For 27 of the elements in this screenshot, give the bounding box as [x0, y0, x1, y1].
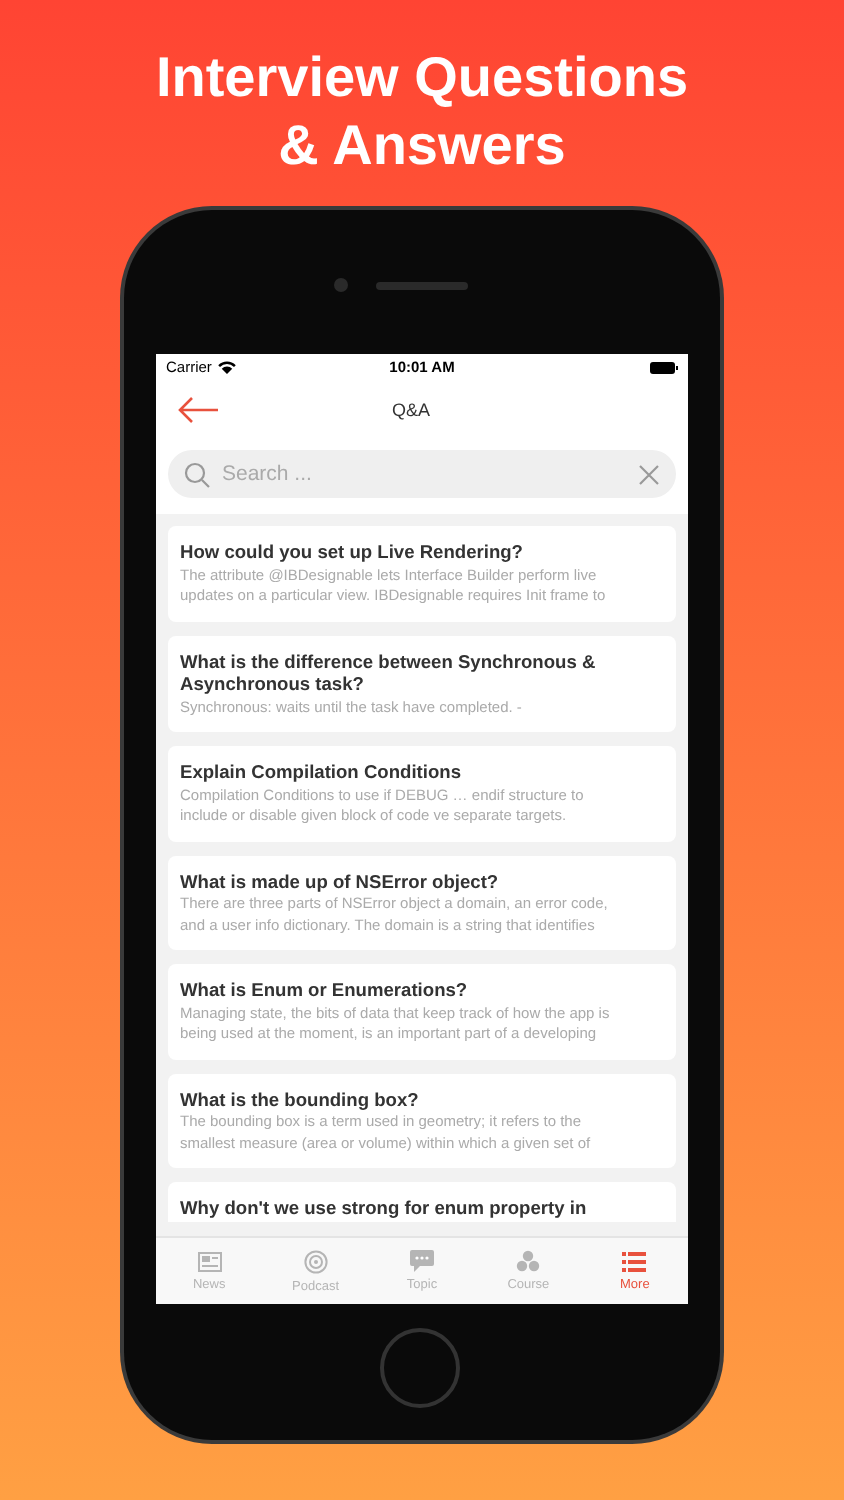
headline: & Answers	[278, 112, 566, 180]
chat-bubble-icon	[410, 1250, 434, 1272]
question-title: What is Enum or Enumerations?	[180, 980, 470, 1003]
podcast-icon	[303, 1249, 328, 1273]
circles-icon	[516, 1250, 541, 1272]
search-icon	[184, 461, 210, 487]
question-title: Asynchronous task?	[180, 674, 366, 697]
headline: Interview Questions	[155, 44, 689, 112]
question-card[interactable]: Why don't we use strong for enum property in	[168, 1182, 676, 1221]
close-icon[interactable]	[638, 463, 660, 485]
search-field[interactable]: Search ...	[168, 450, 676, 498]
search-input[interactable]: Search ...	[222, 462, 626, 486]
question-title: What is made up of NSError object?	[180, 871, 501, 894]
nav-title: Q&A	[392, 400, 431, 420]
home-button[interactable]	[380, 1328, 460, 1408]
question-title: Explain Compilation Conditions	[180, 762, 463, 785]
camera-icon	[334, 278, 348, 292]
list-icon	[622, 1251, 647, 1271]
speaker-icon	[376, 282, 468, 290]
question-title: Why don't we use strong for enum property in	[180, 1198, 589, 1221]
battery-icon	[650, 361, 678, 373]
back-arrow-icon[interactable]	[176, 396, 220, 424]
question-title: What is the bounding box?	[180, 1089, 421, 1112]
newspaper-icon	[197, 1251, 222, 1271]
question-title: What is the difference between Synchronous &	[180, 651, 598, 674]
wifi-icon	[217, 360, 236, 374]
question-title: How could you set up Live Rendering?	[180, 542, 525, 565]
